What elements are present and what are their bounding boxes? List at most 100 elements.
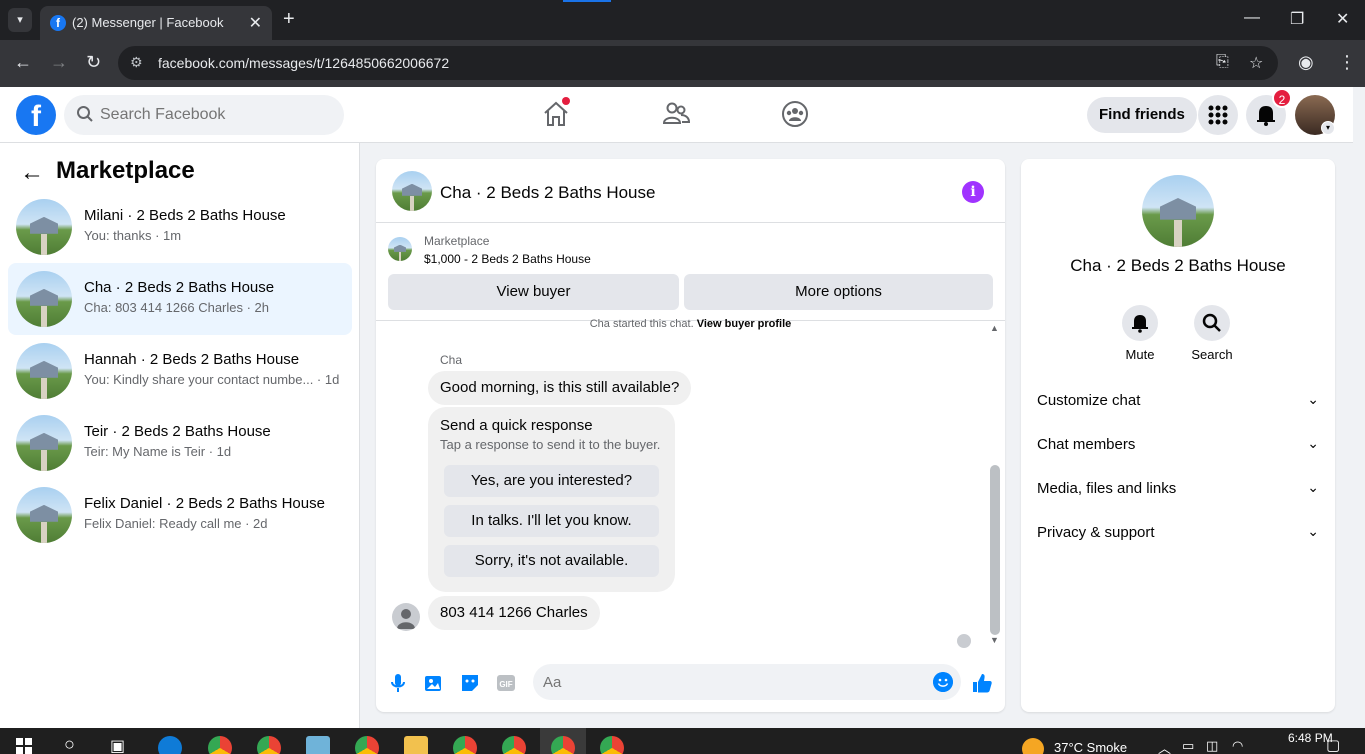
- wifi-icon[interactable]: ◠: [1232, 738, 1243, 754]
- conversation-item[interactable]: Felix Daniel · 2 Beds 2 Baths House Feli…: [8, 479, 352, 551]
- chrome-icon[interactable]: [502, 736, 526, 754]
- taskbar-search-icon[interactable]: ○: [64, 734, 75, 754]
- quick-response-button[interactable]: In talks. I'll let you know.: [444, 505, 659, 537]
- search-in-chat-button[interactable]: Search: [1182, 305, 1242, 362]
- weather-sun-icon[interactable]: [1022, 738, 1044, 754]
- browser-tab[interactable]: f (2) Messenger | Facebook ✕: [40, 6, 272, 40]
- chrome-icon[interactable]: [355, 736, 379, 754]
- gif-icon[interactable]: GIF: [495, 672, 517, 694]
- conversation-item[interactable]: Hannah · 2 Beds 2 Baths House You: Kindl…: [8, 335, 352, 407]
- sender-avatar[interactable]: [392, 603, 420, 631]
- chat-scrollbar-thumb[interactable]: [990, 465, 1000, 635]
- chevron-up-icon[interactable]: ︿: [1158, 738, 1171, 754]
- network-icon[interactable]: ◫: [1206, 738, 1218, 754]
- house-thumbnail[interactable]: [392, 171, 432, 211]
- profile-icon[interactable]: ◉: [1298, 52, 1314, 73]
- file-explorer-icon[interactable]: [404, 736, 428, 754]
- facebook-logo-icon[interactable]: f: [16, 95, 56, 135]
- conversation-item[interactable]: Milani · 2 Beds 2 Baths House You: thank…: [8, 191, 352, 263]
- chat-header: Cha · 2 Beds 2 Baths House i: [376, 159, 1005, 223]
- section-label: Customize chat: [1037, 392, 1141, 409]
- chevron-down-icon: ⌄: [1307, 435, 1319, 451]
- bell-icon: [1132, 315, 1148, 333]
- more-options-button[interactable]: More options: [684, 274, 993, 310]
- chrome-icon[interactable]: [208, 736, 232, 754]
- like-thumb-icon[interactable]: [971, 672, 993, 694]
- microphone-icon[interactable]: [387, 672, 409, 694]
- emoji-icon[interactable]: [933, 672, 953, 692]
- new-tab-icon[interactable]: +: [283, 8, 295, 30]
- friends-icon[interactable]: [661, 99, 691, 129]
- customize-chat-row[interactable]: Customize chat ⌄: [1037, 383, 1319, 419]
- close-tab-icon[interactable]: ✕: [249, 13, 262, 33]
- weather-text[interactable]: 37°C Smoke: [1054, 740, 1127, 754]
- bookmark-star-icon[interactable]: ☆: [1249, 53, 1263, 73]
- task-view-icon[interactable]: ▣: [110, 736, 125, 754]
- chat-pane: Cha · 2 Beds 2 Baths House i Marketplace…: [376, 159, 1005, 712]
- info-icon[interactable]: i: [962, 181, 984, 203]
- back-icon[interactable]: ←: [14, 52, 32, 73]
- windows-start-icon[interactable]: [16, 738, 32, 754]
- message-input[interactable]: [543, 664, 923, 700]
- view-buyer-profile-link[interactable]: View buyer profile: [697, 318, 792, 330]
- grid-icon: [1208, 105, 1228, 125]
- message-bubble[interactable]: 803 414 1266 Charles: [428, 596, 600, 630]
- reload-icon[interactable]: ↻: [86, 52, 101, 73]
- section-label: Media, files and links: [1037, 480, 1177, 497]
- app-icon[interactable]: [306, 736, 330, 754]
- chevron-down-icon[interactable]: ▾: [1321, 121, 1335, 135]
- battery-icon[interactable]: ▭: [1182, 738, 1194, 754]
- close-window-icon[interactable]: ✕: [1336, 9, 1349, 29]
- chrome-icon[interactable]: [551, 736, 575, 754]
- search-input[interactable]: [100, 95, 330, 135]
- sticker-icon[interactable]: [459, 672, 481, 694]
- privacy-support-row[interactable]: Privacy & support ⌄: [1037, 515, 1319, 551]
- pane-title: Marketplace: [56, 157, 195, 184]
- house-thumbnail[interactable]: [1142, 175, 1214, 247]
- chrome-icon[interactable]: [257, 736, 281, 754]
- listing-title[interactable]: $1,000 - 2 Beds 2 Baths House: [424, 252, 591, 266]
- photo-icon[interactable]: [423, 672, 445, 694]
- browser-toolbar: ← → ↻ ⚙ facebook.com/messages/t/12648506…: [0, 40, 1365, 87]
- chat-started-text: Cha started this chat.: [589, 318, 694, 330]
- tab-search-button[interactable]: ▾: [8, 8, 32, 32]
- chrome-icon[interactable]: [600, 736, 624, 754]
- back-arrow-icon[interactable]: ←: [20, 159, 44, 187]
- media-files-links-row[interactable]: Media, files and links ⌄: [1037, 471, 1319, 507]
- browser-tab-bar: ▾ f (2) Messenger | Facebook ✕ + — ❐ ✕: [0, 0, 1365, 40]
- scroll-up-icon[interactable]: ▲: [990, 323, 999, 333]
- message-bubble[interactable]: Good morning, is this still available?: [428, 371, 692, 405]
- conversation-name: Cha · 2 Beds 2 Baths House: [84, 279, 275, 296]
- conversation-name: Milani · 2 Beds 2 Baths House: [84, 207, 286, 224]
- quick-response-button[interactable]: Sorry, it's not available.: [444, 545, 659, 577]
- restore-icon[interactable]: ❐: [1290, 9, 1304, 29]
- conversation-preview: You: thanks · 1m: [84, 228, 182, 243]
- view-buyer-button[interactable]: View buyer: [388, 274, 679, 310]
- page-scrollbar[interactable]: [1353, 87, 1365, 728]
- conversation-item-active[interactable]: Cha · 2 Beds 2 Baths House Cha: 803 414 …: [8, 263, 352, 335]
- message-composer[interactable]: [533, 664, 961, 700]
- search-box[interactable]: [64, 95, 344, 135]
- find-friends-button[interactable]: Find friends: [1087, 97, 1197, 133]
- scroll-down-icon[interactable]: ▼: [990, 635, 999, 645]
- forward-icon[interactable]: →: [50, 52, 68, 73]
- chat-members-row[interactable]: Chat members ⌄: [1037, 427, 1319, 463]
- menu-grid-button[interactable]: [1198, 95, 1238, 135]
- edge-icon[interactable]: [158, 736, 182, 754]
- notification-center-icon[interactable]: ▢: [1326, 736, 1340, 754]
- sender-name: Cha: [440, 353, 463, 367]
- facebook-favicon-icon: f: [50, 15, 66, 31]
- menu-icon[interactable]: ⋮: [1338, 52, 1356, 73]
- chrome-icon[interactable]: [453, 736, 477, 754]
- conversation-item[interactable]: Teir · 2 Beds 2 Baths House Teir: My Nam…: [8, 407, 352, 479]
- install-app-icon[interactable]: ⎘: [1216, 53, 1229, 71]
- address-bar[interactable]: ⚙ facebook.com/messages/t/12648506620066…: [118, 46, 1278, 80]
- listing-thumbnail[interactable]: [388, 237, 412, 261]
- quick-response-button[interactable]: Yes, are you interested?: [444, 465, 659, 497]
- site-info-icon[interactable]: ⚙: [130, 54, 143, 71]
- minimize-icon[interactable]: —: [1244, 9, 1260, 27]
- marketplace-label: Marketplace: [424, 234, 490, 248]
- groups-icon[interactable]: [780, 99, 810, 129]
- mute-button[interactable]: Mute: [1110, 305, 1170, 362]
- chat-title[interactable]: Cha · 2 Beds 2 Baths House: [440, 183, 655, 203]
